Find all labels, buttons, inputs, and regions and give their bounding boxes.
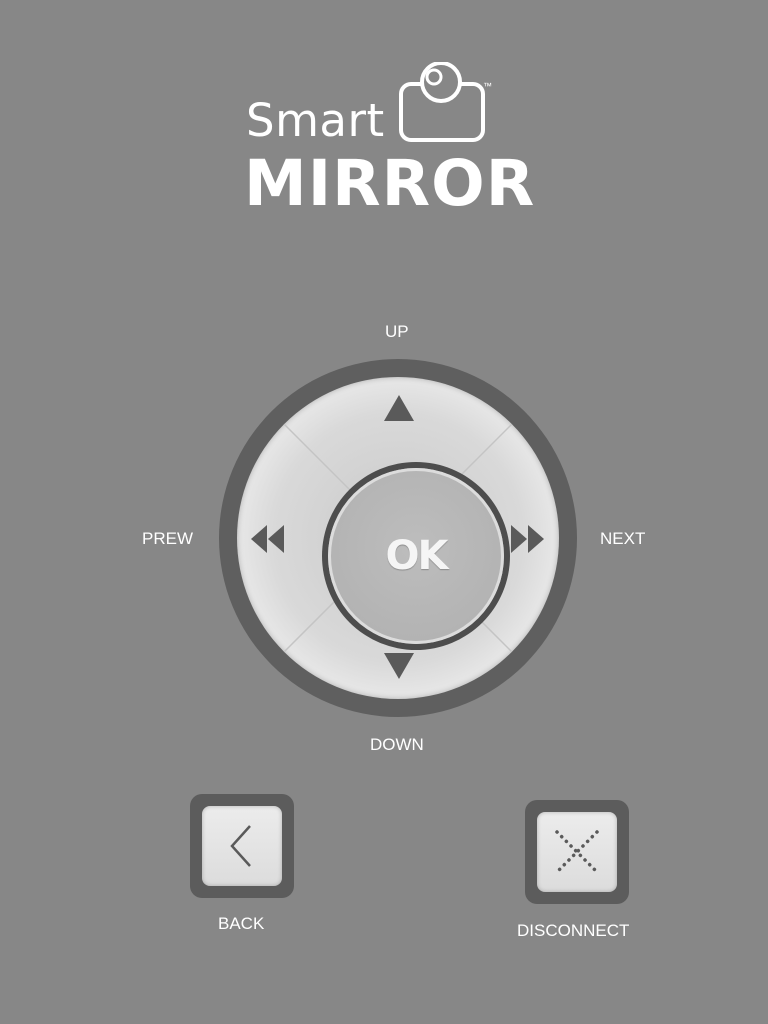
triangle-down-icon	[384, 653, 414, 679]
camera-icon	[399, 62, 485, 142]
down-label: DOWN	[370, 735, 424, 754]
logo-smart-text: Smart	[246, 94, 385, 147]
smart-mirror-logo: Smart MIRROR ™	[240, 58, 534, 218]
fast-forward-icon	[511, 525, 544, 553]
prev-label: PREW	[142, 529, 193, 548]
back-button[interactable]	[202, 806, 282, 886]
up-label: UP	[385, 322, 409, 341]
ok-button[interactable]: OK	[328, 468, 504, 644]
dpad-ring: OK	[237, 377, 559, 699]
chevron-left-icon	[230, 825, 251, 867]
disconnect-label: DISCONNECT	[517, 921, 630, 940]
back-label: BACK	[218, 914, 265, 933]
dotted-x-icon	[555, 830, 599, 874]
rewind-icon	[251, 525, 284, 553]
back-button-frame	[190, 794, 294, 898]
dpad: OK	[219, 359, 577, 717]
triangle-up-icon	[384, 395, 414, 421]
disconnect-button-frame	[525, 800, 629, 904]
next-label: NEXT	[600, 529, 646, 548]
ok-button-ring: OK	[322, 462, 510, 650]
ok-label: OK	[385, 533, 449, 579]
disconnect-button[interactable]	[537, 812, 617, 892]
logo-mirror-text: MIRROR	[244, 147, 536, 220]
